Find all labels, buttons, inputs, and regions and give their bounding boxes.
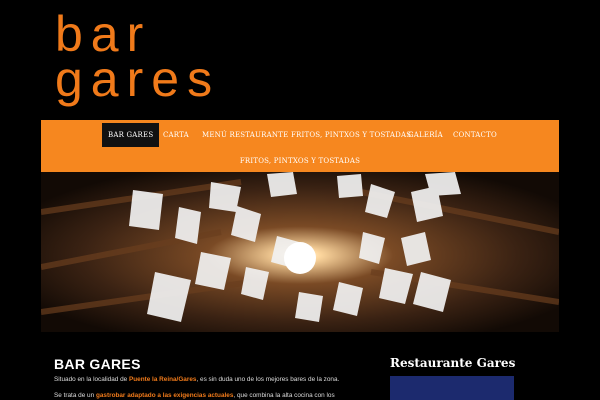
sidebar-title: Restaurante Gares: [390, 356, 516, 370]
p1-text-pre: Situado en la localidad de: [54, 376, 129, 383]
nav-item-carta[interactable]: CARTA: [163, 123, 189, 147]
paper-lamp-photo: [41, 172, 559, 332]
nav-item-contacto[interactable]: CONTACTO: [453, 123, 497, 147]
nav-item-fritos-row2[interactable]: FRITOS, PINTXOS Y TOSTADAS: [240, 150, 360, 172]
site-logo[interactable]: bar gares: [55, 9, 221, 107]
intro-paragraph-1: Situado en la localidad de Puente la Rei…: [54, 376, 339, 383]
main-nav: BAR GARES CARTA MENÚ RESTAURANTE FRITOS,…: [41, 120, 559, 172]
sidebar-image: [390, 376, 514, 400]
p1-text-post: , es sin duda uno de los mejores bares d…: [196, 376, 340, 383]
nav-item-menu-restaurante[interactable]: MENÚ RESTAURANTE: [202, 123, 288, 147]
intro-paragraph-2: Se trata de un gastrobar adaptado a las …: [54, 392, 335, 399]
p2-text-post: , que combina la alta cocina con los: [233, 392, 335, 399]
hero-image: [41, 172, 559, 332]
link-gastrobar[interactable]: gastrobar adaptado a las exigencias actu…: [96, 392, 233, 399]
p2-text-pre: Se trata de un: [54, 392, 96, 399]
link-puente-la-reina[interactable]: Puente la Reina/Gares: [129, 376, 197, 383]
nav-item-galeria[interactable]: GALERÍA: [408, 123, 443, 147]
nav-item-fritos[interactable]: FRITOS, PINTXOS Y TOSTADAS: [291, 123, 411, 147]
page-title: BAR GARES: [54, 356, 141, 372]
nav-item-bar-gares[interactable]: BAR GARES: [102, 123, 160, 147]
logo-line-2: gares: [55, 51, 221, 107]
